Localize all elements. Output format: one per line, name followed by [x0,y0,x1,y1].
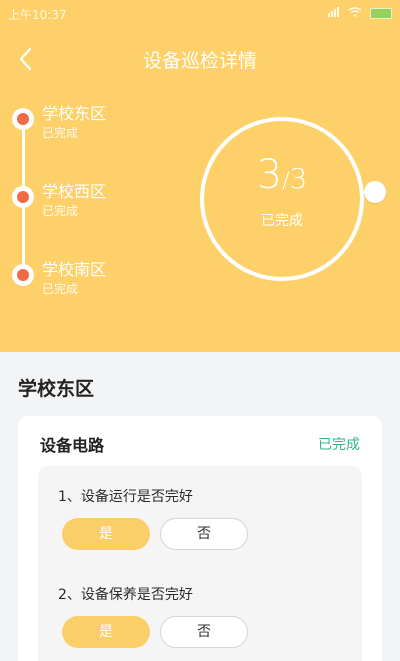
zone-name: 学校西区 [42,182,107,201]
zone-dot-icon [12,264,34,286]
zone-item-south[interactable]: 学校南区 已完成 [12,252,192,302]
progress-ring: 3/3 已完成 [199,116,365,282]
answer-yes-button[interactable]: 是 [62,518,150,550]
progress-count: 3/3 [199,152,365,198]
status-icons [328,6,392,20]
progress-ring-svg [200,117,364,281]
status-time: 上午10:37 [8,8,67,22]
zone-dot-icon [12,108,34,130]
progress-knob [364,181,386,203]
zone-status: 已完成 [42,126,79,140]
zone-status: 已完成 [42,282,79,296]
card-title: 设备电路 [40,436,105,455]
question-text: 2、设备保养是否完好 [58,587,193,603]
answer-no-button[interactable]: 否 [160,616,248,648]
zone-item-west[interactable]: 学校西区 已完成 [12,174,192,224]
card-status: 已完成 [318,437,360,453]
signal-icon [328,6,340,20]
page-title: 设备巡检详情 [142,50,257,72]
wifi-icon [348,6,362,20]
progress-label: 已完成 [261,213,303,229]
header: 上午10:37 设备巡检详情 学校东区 已完成 学校西区 已完成 学校南区 已完… [0,0,400,352]
zone-name: 学校南区 [42,260,107,279]
progress-done: 3 [256,152,283,198]
zone-timeline: 学校东区 已完成 学校西区 已完成 学校南区 已完成 [12,96,192,316]
progress-separator: / [282,169,290,194]
question-text: 1、设备运行是否完好 [58,489,193,505]
battery-icon [370,7,392,19]
answer-yes-button[interactable]: 是 [62,616,150,648]
zone-dot-icon [12,186,34,208]
zone-name: 学校东区 [42,104,107,123]
status-bar: 上午10:37 [0,0,400,28]
inspection-card: 设备电路 已完成 1、设备运行是否完好 是 否 2、设备保养是否完好 是 否 [18,416,382,661]
section-title: 学校东区 [18,378,95,400]
progress-total: 3 [289,162,308,195]
answer-no-button[interactable]: 否 [160,518,248,550]
zone-item-east[interactable]: 学校东区 已完成 [12,96,192,146]
zone-status: 已完成 [42,204,79,218]
title-bar: 设备巡检详情 [0,40,400,76]
question-list: 1、设备运行是否完好 是 否 2、设备保养是否完好 是 否 [38,466,362,661]
